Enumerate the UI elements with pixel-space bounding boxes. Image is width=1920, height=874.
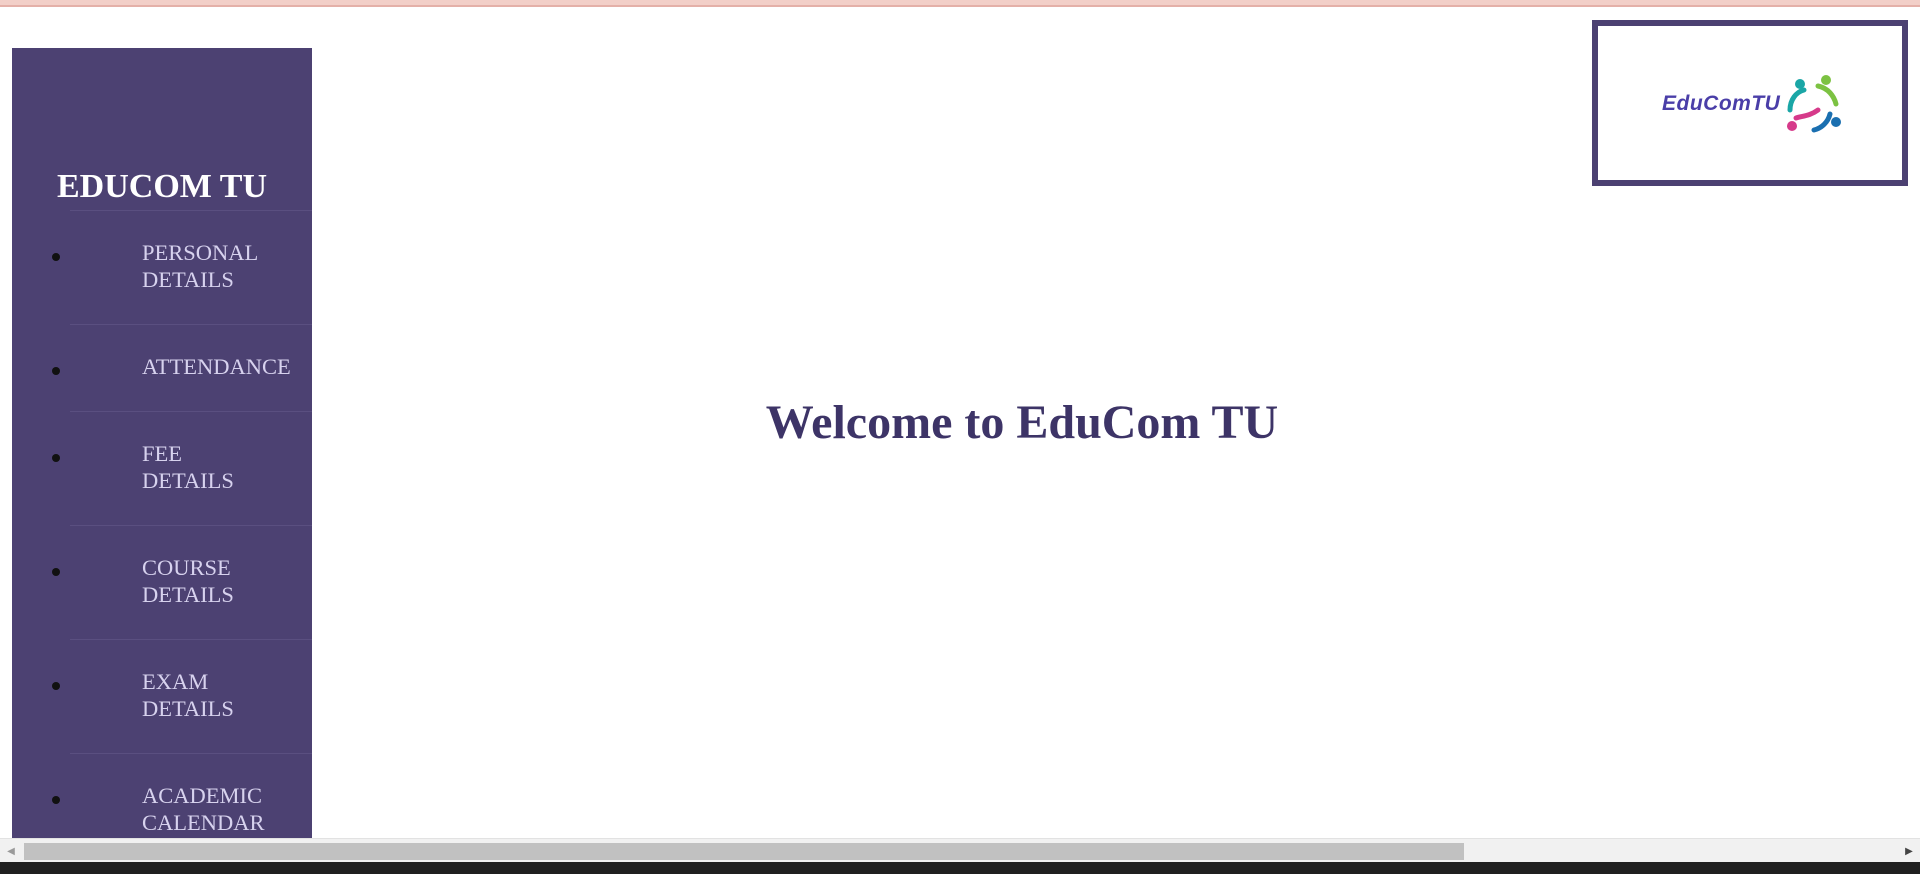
- bullet-icon: [52, 796, 60, 804]
- sidebar-item-label[interactable]: ACADEMIC CALENDAR: [142, 782, 312, 836]
- sidebar-item-fee-details[interactable]: FEE DETAILS: [52, 411, 312, 525]
- sidebar-item-label[interactable]: EXAM DETAILS: [142, 668, 312, 722]
- scrollbar-thumb[interactable]: [24, 843, 1464, 860]
- sidebar: EDUCOM TU PERSONAL DETAILS ATTENDANCE FE…: [12, 48, 312, 838]
- sidebar-item-personal-details[interactable]: PERSONAL DETAILS: [52, 210, 312, 324]
- sidebar-item-label[interactable]: FEE DETAILS: [142, 440, 312, 494]
- horizontal-scrollbar[interactable]: ◀ ▶: [0, 838, 1920, 863]
- welcome-heading: Welcome to EduCom TU: [765, 396, 1279, 449]
- scroll-left-icon[interactable]: ◀: [0, 839, 22, 863]
- sidebar-item-label[interactable]: COURSE DETAILS: [142, 554, 312, 608]
- sidebar-item-exam-details[interactable]: EXAM DETAILS: [52, 639, 312, 753]
- sidebar-item-attendance[interactable]: ATTENDANCE: [52, 324, 312, 411]
- bullet-icon: [52, 454, 60, 462]
- sidebar-item-label[interactable]: ATTENDANCE: [142, 353, 312, 380]
- people-circle-icon: [1787, 75, 1841, 133]
- bullet-icon: [52, 568, 60, 576]
- bullet-icon: [52, 367, 60, 375]
- top-strip: [0, 0, 1920, 7]
- scroll-right-icon[interactable]: ▶: [1898, 839, 1920, 863]
- bullet-icon: [52, 682, 60, 690]
- logo-text: EduComTU: [1662, 92, 1781, 115]
- sidebar-brand: EDUCOM TU: [57, 168, 267, 205]
- logo: EduComTU: [1592, 20, 1908, 186]
- bullet-icon: [52, 253, 60, 261]
- sidebar-item-academic-calendar[interactable]: ACADEMIC CALENDAR: [52, 753, 312, 838]
- sidebar-item-course-details[interactable]: COURSE DETAILS: [52, 525, 312, 639]
- taskbar: [0, 862, 1920, 874]
- sidebar-nav: PERSONAL DETAILS ATTENDANCE FEE DETAILS …: [12, 210, 312, 838]
- sidebar-item-label[interactable]: PERSONAL DETAILS: [142, 239, 312, 293]
